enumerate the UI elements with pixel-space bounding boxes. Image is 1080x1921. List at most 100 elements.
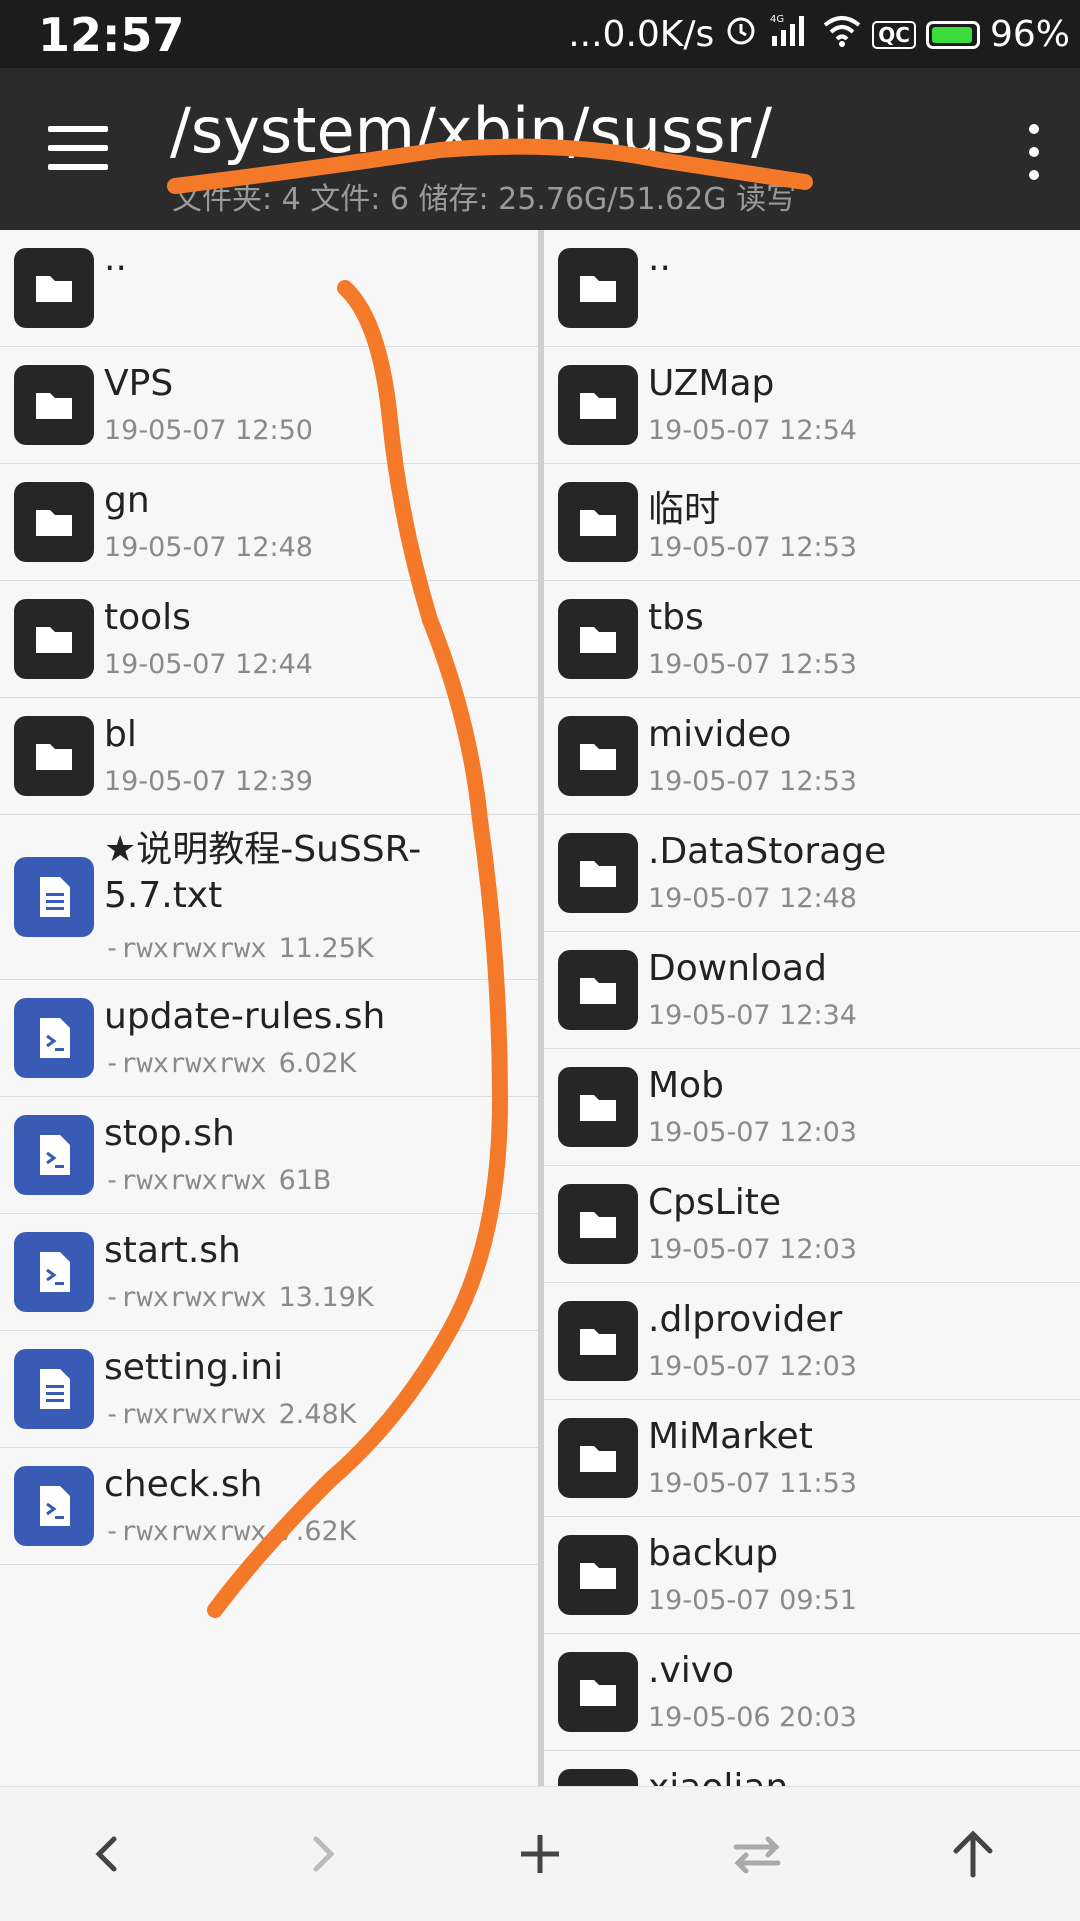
list-item[interactable]: bl 19-05-07 12:39: [0, 698, 538, 815]
item-name: .vivo: [648, 1650, 735, 1691]
list-item[interactable]: gn 19-05-07 12:48: [0, 464, 538, 581]
item-date: 19-05-07 12:53: [648, 649, 857, 680]
up-arrow-icon[interactable]: [938, 1819, 1008, 1889]
text-file-icon: [14, 857, 94, 937]
list-item[interactable]: check.sh -rwxrwxrwx 7.62K: [0, 1448, 538, 1565]
signal-icon: 4G: [768, 12, 812, 57]
item-name: .dlprovider: [648, 1299, 843, 1340]
list-item[interactable]: UZMap 19-05-07 12:54: [544, 347, 1080, 464]
item-name: update-rules.sh: [104, 996, 386, 1037]
item-date: 19-05-07 11:53: [648, 1468, 857, 1499]
left-file-pane[interactable]: .. VPS 19-05-07 12:50 gn 19-05-07 12:48 …: [0, 230, 538, 1786]
item-date: 19-05-07 12:44: [104, 649, 313, 680]
current-path[interactable]: /system/xbin/sussr/: [170, 94, 772, 167]
item-size: 13.19K: [278, 1282, 374, 1313]
item-name: ★说明教程-SuSSR-5.7.txt: [104, 829, 422, 916]
script-file-icon: [14, 1115, 94, 1195]
folder-icon: [558, 1652, 638, 1732]
item-name: backup: [648, 1533, 779, 1574]
list-item[interactable]: stop.sh -rwxrwxrwx 61B: [0, 1097, 538, 1214]
item-size: 6.02K: [278, 1048, 357, 1079]
folder-icon: [558, 365, 638, 445]
list-item[interactable]: .DataStorage 19-05-07 12:48: [544, 815, 1080, 932]
item-name: tools: [104, 597, 191, 638]
item-name: ..: [648, 238, 671, 279]
item-permissions: -rwxrwxrwx: [104, 1165, 267, 1196]
item-date: 19-05-07 12:34: [648, 1000, 857, 1031]
status-icons: ...0.0K/s 4G QC 96%: [568, 12, 1070, 57]
folder-icon: [14, 248, 94, 328]
folder-icon: [558, 1301, 638, 1381]
item-date: 19-05-07 12:03: [648, 1351, 857, 1382]
script-file-icon: [14, 1232, 94, 1312]
list-item[interactable]: Download 19-05-07 12:34: [544, 932, 1080, 1049]
list-item[interactable]: Mob 19-05-07 12:03: [544, 1049, 1080, 1166]
script-file-icon: [14, 998, 94, 1078]
item-meta: -rwxrwxrwx 6.02K: [104, 1048, 356, 1079]
item-size: 61B: [278, 1165, 332, 1196]
swap-icon[interactable]: [722, 1819, 792, 1889]
item-permissions: -rwxrwxrwx: [104, 1282, 267, 1313]
list-item[interactable]: CpsLite 19-05-07 12:03: [544, 1166, 1080, 1283]
item-date: 19-05-07 12:53: [648, 532, 857, 563]
network-type: 4G: [770, 14, 784, 25]
list-item[interactable]: ★说明教程-SuSSR-5.7.txt -rwxrwxrwx 11.25K: [0, 815, 538, 980]
folder-icon: [558, 1067, 638, 1147]
forward-arrow-icon[interactable]: [288, 1819, 358, 1889]
folder-icon: [558, 482, 638, 562]
script-file-icon: [14, 1466, 94, 1546]
folder-icon: [558, 833, 638, 913]
item-name: tbs: [648, 597, 704, 638]
add-icon[interactable]: [505, 1819, 575, 1889]
folder-icon: [558, 1184, 638, 1264]
item-name: VPS: [104, 363, 174, 404]
item-date: 19-05-07 12:03: [648, 1117, 857, 1148]
folder-icon: [558, 599, 638, 679]
list-item[interactable]: start.sh -rwxrwxrwx 13.19K: [0, 1214, 538, 1331]
item-size: 11.25K: [278, 933, 374, 964]
item-name: ..: [104, 238, 127, 279]
item-meta: -rwxrwxrwx 11.25K: [104, 933, 374, 964]
list-item[interactable]: tools 19-05-07 12:44: [0, 581, 538, 698]
folder-icon: [14, 716, 94, 796]
folder-icon: [558, 1769, 638, 1786]
item-permissions: -rwxrwxrwx: [104, 933, 267, 964]
battery-percent: 96%: [989, 14, 1070, 55]
right-file-pane[interactable]: .. UZMap 19-05-07 12:54 临时 19-05-07 12:5…: [544, 230, 1080, 1786]
list-item[interactable]: backup 19-05-07 09:51: [544, 1517, 1080, 1634]
item-name: stop.sh: [104, 1113, 235, 1154]
item-size: 7.62K: [278, 1516, 357, 1547]
item-name: UZMap: [648, 363, 775, 404]
list-item[interactable]: .vivo 19-05-06 20:03: [544, 1634, 1080, 1751]
more-options-icon[interactable]: [1024, 124, 1044, 180]
folder-icon: [558, 950, 638, 1030]
alarm-icon: [724, 13, 758, 56]
list-item[interactable]: ..: [0, 230, 538, 347]
item-name: setting.ini: [104, 1347, 284, 1388]
item-date: 19-05-07 12:39: [104, 766, 313, 797]
item-meta: -rwxrwxrwx 7.62K: [104, 1516, 356, 1547]
folder-icon: [14, 482, 94, 562]
list-item[interactable]: update-rules.sh -rwxrwxrwx 6.02K: [0, 980, 538, 1097]
back-arrow-icon[interactable]: [72, 1819, 142, 1889]
item-name: 临时: [648, 489, 721, 530]
list-item[interactable]: .dlprovider 19-05-07 12:03: [544, 1283, 1080, 1400]
list-item[interactable]: ..: [544, 230, 1080, 347]
item-name: bl: [104, 714, 137, 755]
list-item[interactable]: mivideo 19-05-07 12:53: [544, 698, 1080, 815]
list-item[interactable]: VPS 19-05-07 12:50: [0, 347, 538, 464]
item-date: 19-05-07 12:48: [648, 883, 857, 914]
list-item[interactable]: setting.ini -rwxrwxrwx 2.48K: [0, 1331, 538, 1448]
folder-icon: [558, 1418, 638, 1498]
item-name: MiMarket: [648, 1416, 813, 1457]
item-name: Download: [648, 948, 827, 989]
list-item[interactable]: xiaolian: [544, 1751, 1080, 1786]
list-item[interactable]: tbs 19-05-07 12:53: [544, 581, 1080, 698]
item-name: xiaolian: [648, 1767, 788, 1786]
menu-icon[interactable]: [48, 126, 108, 170]
item-name: Mob: [648, 1065, 724, 1106]
list-item[interactable]: MiMarket 19-05-07 11:53: [544, 1400, 1080, 1517]
item-meta: -rwxrwxrwx 61B: [104, 1165, 331, 1196]
list-item[interactable]: 临时 19-05-07 12:53: [544, 464, 1080, 581]
item-date: 19-05-07 12:48: [104, 532, 313, 563]
